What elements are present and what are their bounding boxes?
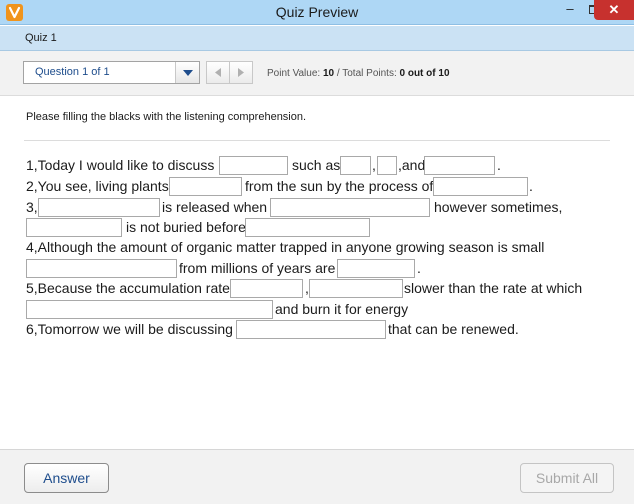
question-toolbar: Question 1 of 1 Point Value: 10 / Total …	[0, 51, 634, 96]
blank-input-4[interactable]	[424, 156, 495, 175]
question-selector[interactable]: Question 1 of 1	[23, 61, 200, 84]
sentence-text: however sometimes,	[434, 199, 563, 215]
blank-input-3[interactable]	[377, 156, 397, 175]
blank-input-8[interactable]	[270, 198, 430, 217]
sentence-text: 5,Because the accumulation rate	[26, 280, 230, 296]
blank-input-2[interactable]	[340, 156, 371, 175]
point-value-label: Point Value:	[267, 68, 323, 79]
question-content: Please filling the blacks with the liste…	[0, 97, 634, 448]
sentence-text: and burn it for energy	[275, 301, 409, 317]
sentence-text: 4,Although the amount of organic matter …	[26, 239, 545, 255]
blank-input-14[interactable]	[309, 279, 403, 298]
sentence-text: ,and	[398, 157, 426, 173]
sentence-text: ,	[372, 157, 376, 173]
blank-input-11[interactable]	[26, 259, 177, 278]
quiz-name: Quiz 1	[25, 32, 57, 44]
quiz-header: Quiz 1	[0, 26, 634, 51]
sentence-text: .	[529, 178, 533, 194]
total-points-label: / Total Points:	[334, 68, 400, 79]
blank-input-12[interactable]	[337, 259, 415, 278]
sentence-text: from millions of years are	[179, 260, 336, 276]
blank-input-10[interactable]	[245, 218, 370, 237]
blank-input-15[interactable]	[26, 300, 273, 319]
sentence-text: from the sun by the process of	[245, 178, 434, 194]
blank-input-16[interactable]	[236, 320, 386, 339]
footer-bar: Answer Submit All	[0, 449, 634, 504]
question-nav	[206, 61, 253, 84]
sentence-text: .	[497, 157, 501, 173]
blank-input-9[interactable]	[26, 218, 122, 237]
sentence-text: slower than the rate at which	[404, 280, 583, 296]
sentence-text: 2,You see, living plants	[26, 178, 169, 194]
point-value: 10	[322, 68, 335, 79]
sentence-text: 3,	[26, 199, 38, 215]
previous-question-button[interactable]	[207, 62, 230, 83]
total-points: 0 out of 10	[399, 68, 450, 79]
triangle-left-icon	[215, 68, 221, 77]
minimize-button[interactable]: –	[557, 0, 583, 20]
sentence-text: is not buried before	[126, 219, 246, 235]
sentence-text: 6,Tomorrow we will be discussing	[26, 321, 233, 337]
window-title: Quiz Preview	[275, 4, 359, 20]
submit-all-button[interactable]: Submit All	[520, 463, 614, 493]
sentence-text: that can be renewed.	[388, 321, 519, 337]
content-divider	[24, 140, 610, 141]
blank-input-7[interactable]	[38, 198, 160, 217]
next-question-button[interactable]	[230, 62, 253, 83]
blank-input-13[interactable]	[230, 279, 303, 298]
sentence-text: is released when	[162, 199, 268, 215]
question-instructions: Please filling the blacks with the liste…	[26, 111, 307, 123]
sentence-text: 1,Today I would like to discuss	[26, 157, 215, 173]
triangle-right-icon	[238, 68, 244, 77]
window-titlebar: Quiz Preview – ✕	[0, 0, 634, 25]
question-selector-value: Question 1 of 1	[35, 66, 110, 78]
answer-button[interactable]: Answer	[24, 463, 109, 493]
blank-input-6[interactable]	[433, 177, 528, 196]
question-selector-dropdown-button[interactable]	[175, 62, 199, 83]
blank-input-1[interactable]	[219, 156, 288, 175]
sentence-text: such as	[292, 157, 341, 173]
sentence-text: .	[417, 260, 421, 276]
close-button[interactable]: ✕	[594, 0, 634, 20]
blank-input-5[interactable]	[169, 177, 242, 196]
chevron-down-icon	[183, 70, 193, 76]
points-summary: Point Value: 10 / Total Points: 0 out of…	[267, 68, 450, 79]
